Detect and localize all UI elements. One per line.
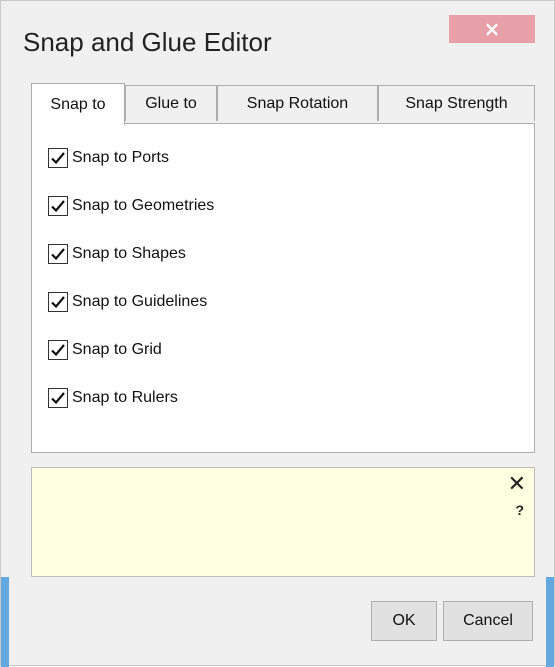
tab-glue-to[interactable]: Glue to [125,85,217,121]
snap-to-guidelines-checkbox[interactable] [48,292,68,312]
window-title: Snap and Glue Editor [23,27,272,57]
snap-to-shapes-label: Snap to Shapes [72,245,186,262]
snap-to-geometries-label: Snap to Geometries [72,197,215,214]
close-button[interactable]: × [449,15,535,43]
tab-snap-to[interactable]: Snap to [31,83,125,125]
snap-to-grid-option[interactable]: Snap to Grid [48,338,162,362]
checkmark-icon [51,152,65,165]
snap-to-guidelines-option[interactable]: Snap to Guidelines [48,290,207,314]
tab-strip: Snap to Glue to Snap Rotation Snap Stren… [31,83,535,125]
help-question-icon[interactable]: ? [515,502,524,518]
checkmark-icon [51,248,65,261]
checkmark-icon [51,296,65,309]
snap-glue-dialog: Snap and Glue Editor × Snap to Glue to S… [0,0,555,667]
snap-to-ports-checkbox[interactable] [48,148,68,168]
snap-to-shapes-checkbox[interactable] [48,244,68,264]
snap-to-geometries-option[interactable]: Snap to Geometries [48,194,214,218]
ok-button[interactable]: OK [371,601,437,641]
desktop-accent-right [546,577,554,667]
help-tip-area: ✕ ? [31,467,535,577]
snap-to-shapes-option[interactable]: Snap to Shapes [48,242,186,266]
snap-to-geometries-checkbox[interactable] [48,196,68,216]
help-close-icon[interactable]: ✕ [508,474,526,496]
close-icon: × [483,17,501,41]
snap-to-rulers-checkbox[interactable] [48,388,68,408]
tab-glue-to-label: Glue to [145,94,197,112]
checkmark-icon [51,200,65,213]
tab-snap-strength[interactable]: Snap Strength [378,85,535,121]
snap-to-grid-checkbox[interactable] [48,340,68,360]
snap-to-rulers-option[interactable]: Snap to Rulers [48,386,178,410]
tab-panel: Snap to Glue to Snap Rotation Snap Stren… [31,83,535,453]
snap-to-rulers-label: Snap to Rulers [72,389,178,406]
tab-snap-to-label: Snap to [50,95,106,113]
snap-to-ports-label: Snap to Ports [72,149,169,166]
snap-to-ports-option[interactable]: Snap to Ports [48,146,169,170]
checkmark-icon [51,392,65,405]
cancel-button[interactable]: Cancel [443,601,533,641]
snap-to-grid-label: Snap to Grid [72,341,162,358]
snap-to-guidelines-label: Snap to Guidelines [72,293,208,310]
tab-snap-rotation-label: Snap Rotation [246,94,349,112]
tab-snap-rotation[interactable]: Snap Rotation [217,85,378,121]
checkmark-icon [51,344,65,357]
tab-snap-strength-label: Snap Strength [405,94,508,112]
snap-to-tab-content: Snap to Ports Snap to Geometries Snap to… [31,123,535,453]
desktop-accent-left [1,577,9,667]
title-bar: Snap and Glue Editor × [1,1,554,91]
